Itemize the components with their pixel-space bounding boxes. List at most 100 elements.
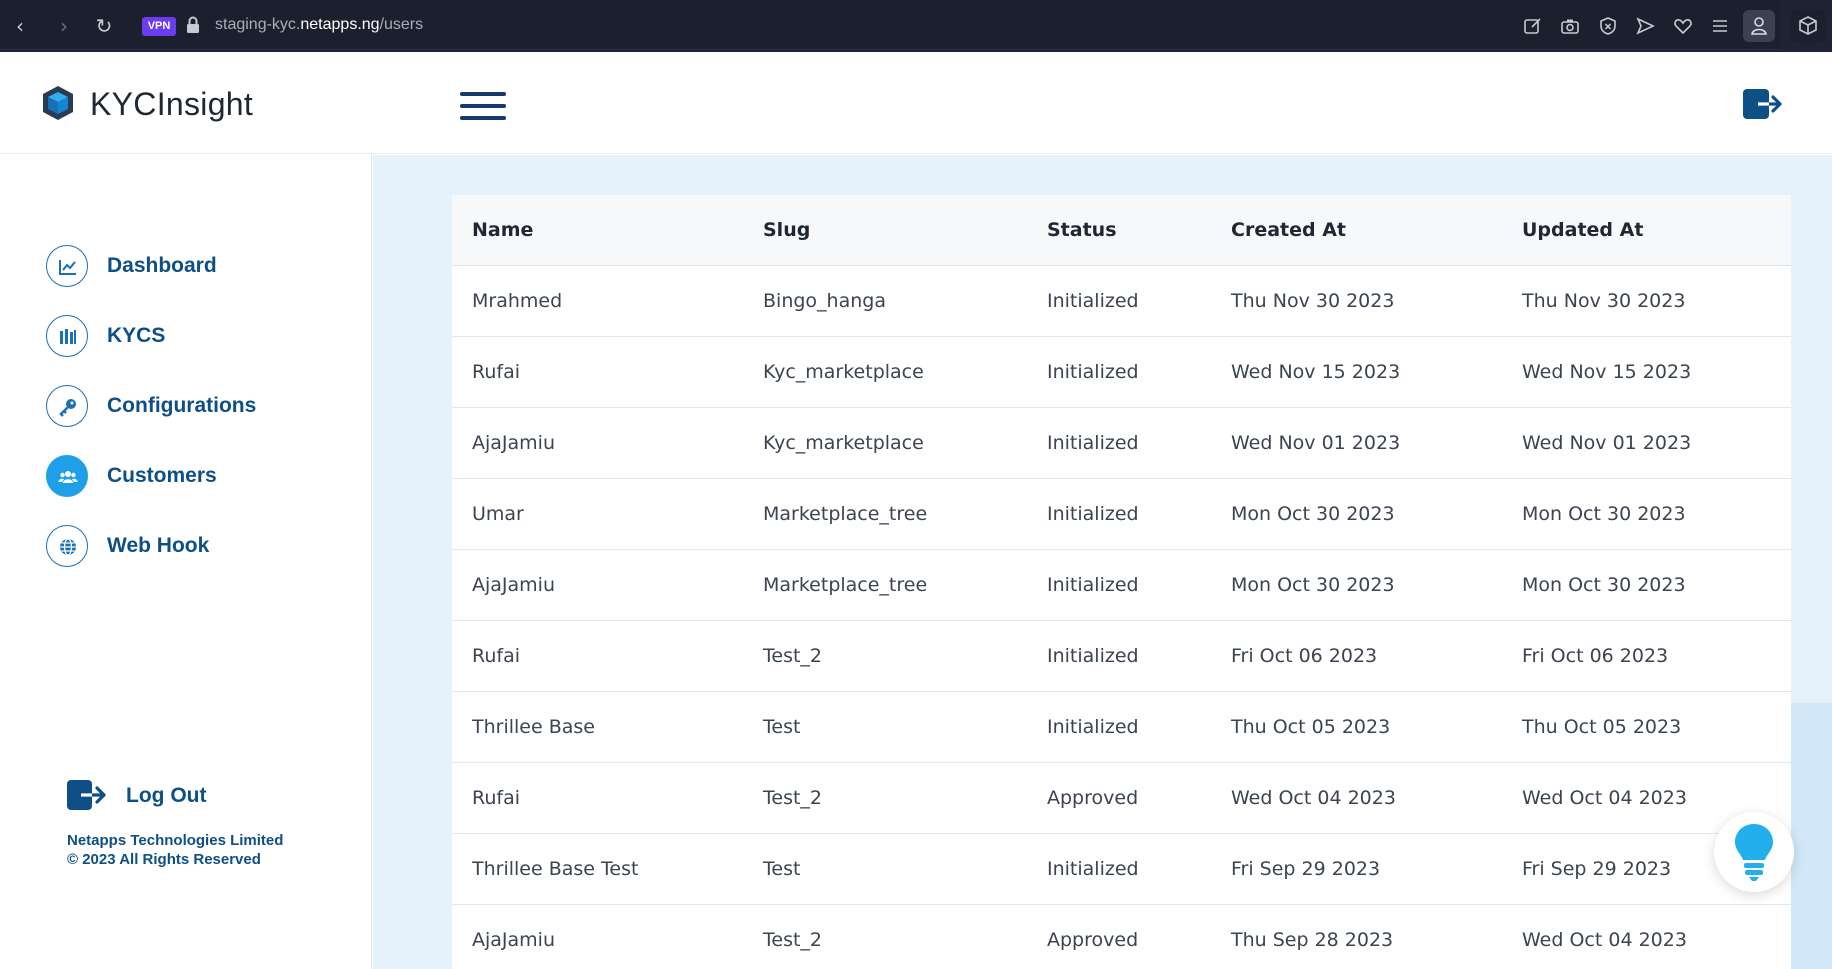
column-header-updated-at[interactable]: Updated At xyxy=(1502,195,1791,266)
sidebar-item-web-hook[interactable]: Web Hook xyxy=(46,525,346,567)
hamburger-line xyxy=(460,92,506,96)
cell-name: Umar xyxy=(452,478,743,550)
cell-name: AjaJamiu xyxy=(452,904,743,969)
cell-status: Initialized xyxy=(1027,407,1211,479)
sidebar-logout-button[interactable]: Log Out xyxy=(66,778,266,814)
reload-icon[interactable]: ↻ xyxy=(92,14,116,38)
vpn-badge[interactable]: VPN xyxy=(142,17,176,36)
customers-table: Name Slug Status Created At Updated At M… xyxy=(452,195,1791,969)
cell-name: Rufai xyxy=(452,336,743,408)
cell-updated-at: Thu Nov 30 2023 xyxy=(1502,265,1791,337)
cell-created-at: Wed Nov 15 2023 xyxy=(1211,336,1502,408)
sidebar-item-label: Configurations xyxy=(107,394,257,417)
chart-icon xyxy=(46,245,88,287)
cell-created-at: Thu Nov 30 2023 xyxy=(1211,265,1502,337)
camera-icon[interactable] xyxy=(1559,15,1581,37)
hamburger-line xyxy=(460,104,506,108)
logout-icon xyxy=(67,780,106,810)
sidebar-item-customers[interactable]: Customers xyxy=(46,455,346,497)
app-logo-text[interactable]: KYCInsight xyxy=(90,86,253,123)
user-icon xyxy=(1751,17,1767,35)
table-row[interactable]: Rufai Test_2 Approved Wed Oct 04 2023 Wed Oc… xyxy=(452,762,1791,834)
sidebar-item-configurations[interactable]: Configurations xyxy=(46,385,346,427)
cell-status: Initialized xyxy=(1027,265,1211,337)
forward-icon[interactable]: › xyxy=(52,14,76,38)
cell-slug: Test_2 xyxy=(743,904,1027,969)
table-row[interactable]: Thrillee Base Test Initialized Thu Oct 05 2… xyxy=(452,691,1791,763)
cell-updated-at: Mon Oct 30 2023 xyxy=(1502,549,1791,621)
cell-slug: Test xyxy=(743,833,1027,905)
cell-slug: Kyc_marketplace xyxy=(743,407,1027,479)
cell-updated-at: Thu Oct 05 2023 xyxy=(1502,691,1791,763)
cell-slug: Marketplace_tree xyxy=(743,549,1027,621)
profile-button[interactable] xyxy=(1743,10,1775,42)
cell-slug: Marketplace_tree xyxy=(743,478,1027,550)
cell-created-at: Thu Sep 28 2023 xyxy=(1211,904,1502,969)
cell-name: Thrillee Base xyxy=(452,691,743,763)
logout-icon[interactable] xyxy=(1742,86,1784,122)
shield-icon[interactable] xyxy=(1597,15,1619,37)
cell-slug: Kyc_marketplace xyxy=(743,336,1027,408)
url-domain: netapps.ng xyxy=(300,16,380,33)
customers-table-card: Name Slug Status Created At Updated At M… xyxy=(452,195,1791,969)
cell-status: Initialized xyxy=(1027,833,1211,905)
column-header-slug[interactable]: Slug xyxy=(743,195,1027,266)
cell-updated-at: Wed Nov 15 2023 xyxy=(1502,336,1791,408)
table-row[interactable]: Umar Marketplace_tree Initialized Mon Oct 3… xyxy=(452,478,1791,550)
extensions-button[interactable] xyxy=(1790,9,1826,43)
hamburger-line xyxy=(460,116,506,120)
cell-name: Rufai xyxy=(452,762,743,834)
table-row[interactable]: Mrahmed Bingo_hanga Initialized Thu Nov 30 … xyxy=(452,265,1791,337)
sidebar: Dashboard KYCS Configurations Customers … xyxy=(0,155,372,969)
globe-icon xyxy=(46,525,88,567)
cell-name: Rufai xyxy=(452,620,743,692)
cell-name: Mrahmed xyxy=(452,265,743,337)
edit-icon[interactable] xyxy=(1522,15,1544,37)
table-row[interactable]: AjaJamiu Marketplace_tree Initialized Mon O… xyxy=(452,549,1791,621)
cell-status: Approved xyxy=(1027,904,1211,969)
back-icon[interactable]: ‹ xyxy=(8,14,32,38)
cell-status: Initialized xyxy=(1027,620,1211,692)
cell-status: Initialized xyxy=(1027,336,1211,408)
heart-icon[interactable] xyxy=(1672,15,1694,37)
table-header-row: Name Slug Status Created At Updated At xyxy=(452,195,1791,266)
users-icon xyxy=(46,455,88,497)
sidebar-item-kycs[interactable]: KYCS xyxy=(46,315,346,357)
cell-created-at: Wed Nov 01 2023 xyxy=(1211,407,1502,479)
browser-toolbar: ‹ › ↻ VPN staging-kyc.netapps.ng/users xyxy=(0,0,1832,52)
cell-name: AjaJamiu xyxy=(452,549,743,621)
cell-created-at: Thu Oct 05 2023 xyxy=(1211,691,1502,763)
table-row[interactable]: Thrillee Base Test Test Initialized Fri Sep… xyxy=(452,833,1791,905)
cell-slug: Test_2 xyxy=(743,762,1027,834)
background-accent xyxy=(1789,703,1832,969)
table-row[interactable]: AjaJamiu Test_2 Approved Thu Sep 28 2023 Wed… xyxy=(452,904,1791,969)
cell-created-at: Wed Oct 04 2023 xyxy=(1211,762,1502,834)
table-row[interactable]: Rufai Test_2 Initialized Fri Oct 06 2023 Fri… xyxy=(452,620,1791,692)
menu-toggle-button[interactable] xyxy=(460,92,506,120)
table-row[interactable]: AjaJamiu Kyc_marketplace Initialized Wed No… xyxy=(452,407,1791,479)
cell-updated-at: Mon Oct 30 2023 xyxy=(1502,478,1791,550)
help-fab-button[interactable] xyxy=(1714,812,1794,892)
footer-copyright: © 2023 All Rights Reserved xyxy=(67,851,261,868)
column-header-name[interactable]: Name xyxy=(452,195,743,266)
cell-created-at: Mon Oct 30 2023 xyxy=(1211,549,1502,621)
lock-icon xyxy=(187,16,199,33)
table-row[interactable]: Rufai Kyc_marketplace Initialized Wed Nov 1… xyxy=(452,336,1791,408)
main-content: Name Slug Status Created At Updated At M… xyxy=(373,155,1832,969)
logo-cube-icon xyxy=(43,86,73,120)
files-icon xyxy=(46,315,88,357)
cell-updated-at: Wed Oct 04 2023 xyxy=(1502,904,1791,969)
column-header-status[interactable]: Status xyxy=(1027,195,1211,266)
url-field[interactable]: staging-kyc.netapps.ng/users xyxy=(215,16,423,34)
app-header: KYCInsight xyxy=(0,54,1832,154)
cell-status: Initialized xyxy=(1027,549,1211,621)
sidebar-item-label: Web Hook xyxy=(107,534,210,557)
send-icon[interactable] xyxy=(1634,15,1656,37)
menu-list-icon[interactable] xyxy=(1709,15,1731,37)
cell-created-at: Fri Sep 29 2023 xyxy=(1211,833,1502,905)
footer-company: Netapps Technologies Limited xyxy=(67,832,284,849)
sidebar-item-dashboard[interactable]: Dashboard xyxy=(46,245,346,287)
url-path: /users xyxy=(379,16,424,33)
cell-name: AjaJamiu xyxy=(452,407,743,479)
column-header-created-at[interactable]: Created At xyxy=(1211,195,1502,266)
